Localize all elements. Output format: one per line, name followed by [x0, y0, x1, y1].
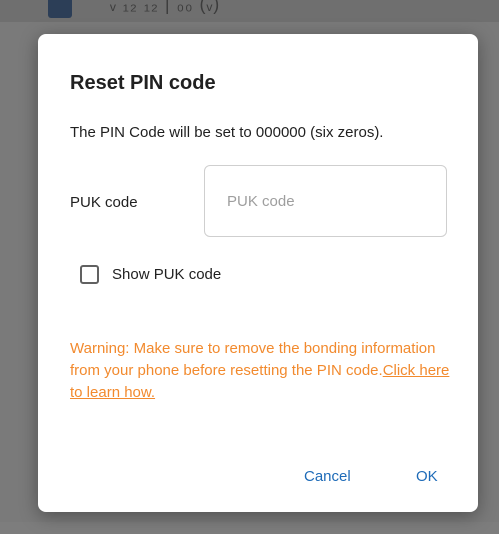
show-puk-label: Show PUK code [112, 265, 222, 283]
checkbox-unchecked-icon[interactable] [80, 264, 99, 284]
show-puk-checkbox[interactable]: Show PUK code [80, 262, 221, 286]
dialog-message: The PIN Code will be set to 000000 (six … [70, 124, 384, 141]
dialog-title: Reset PIN code [70, 72, 216, 94]
reset-pin-dialog: Reset PIN code The PIN Code will be set … [38, 34, 478, 512]
warning-message: Warning: Make sure to remove the bonding… [70, 338, 450, 404]
background-row-text: ᵥ ₁₂ ₁₂ | ₀₀ (ᵥ) [110, 0, 221, 14]
ok-button[interactable]: OK [410, 464, 444, 489]
device-icon [48, 0, 72, 18]
background-list-row: ᵥ ₁₂ ₁₂ | ₀₀ (ᵥ) [0, 0, 499, 22]
puk-code-label: PUK code [70, 194, 138, 211]
warning-text: Warning: Make sure to remove the bonding… [70, 340, 436, 379]
cancel-button[interactable]: Cancel [298, 464, 357, 489]
puk-code-input[interactable] [204, 165, 447, 237]
background-bottom-strip [0, 522, 499, 534]
